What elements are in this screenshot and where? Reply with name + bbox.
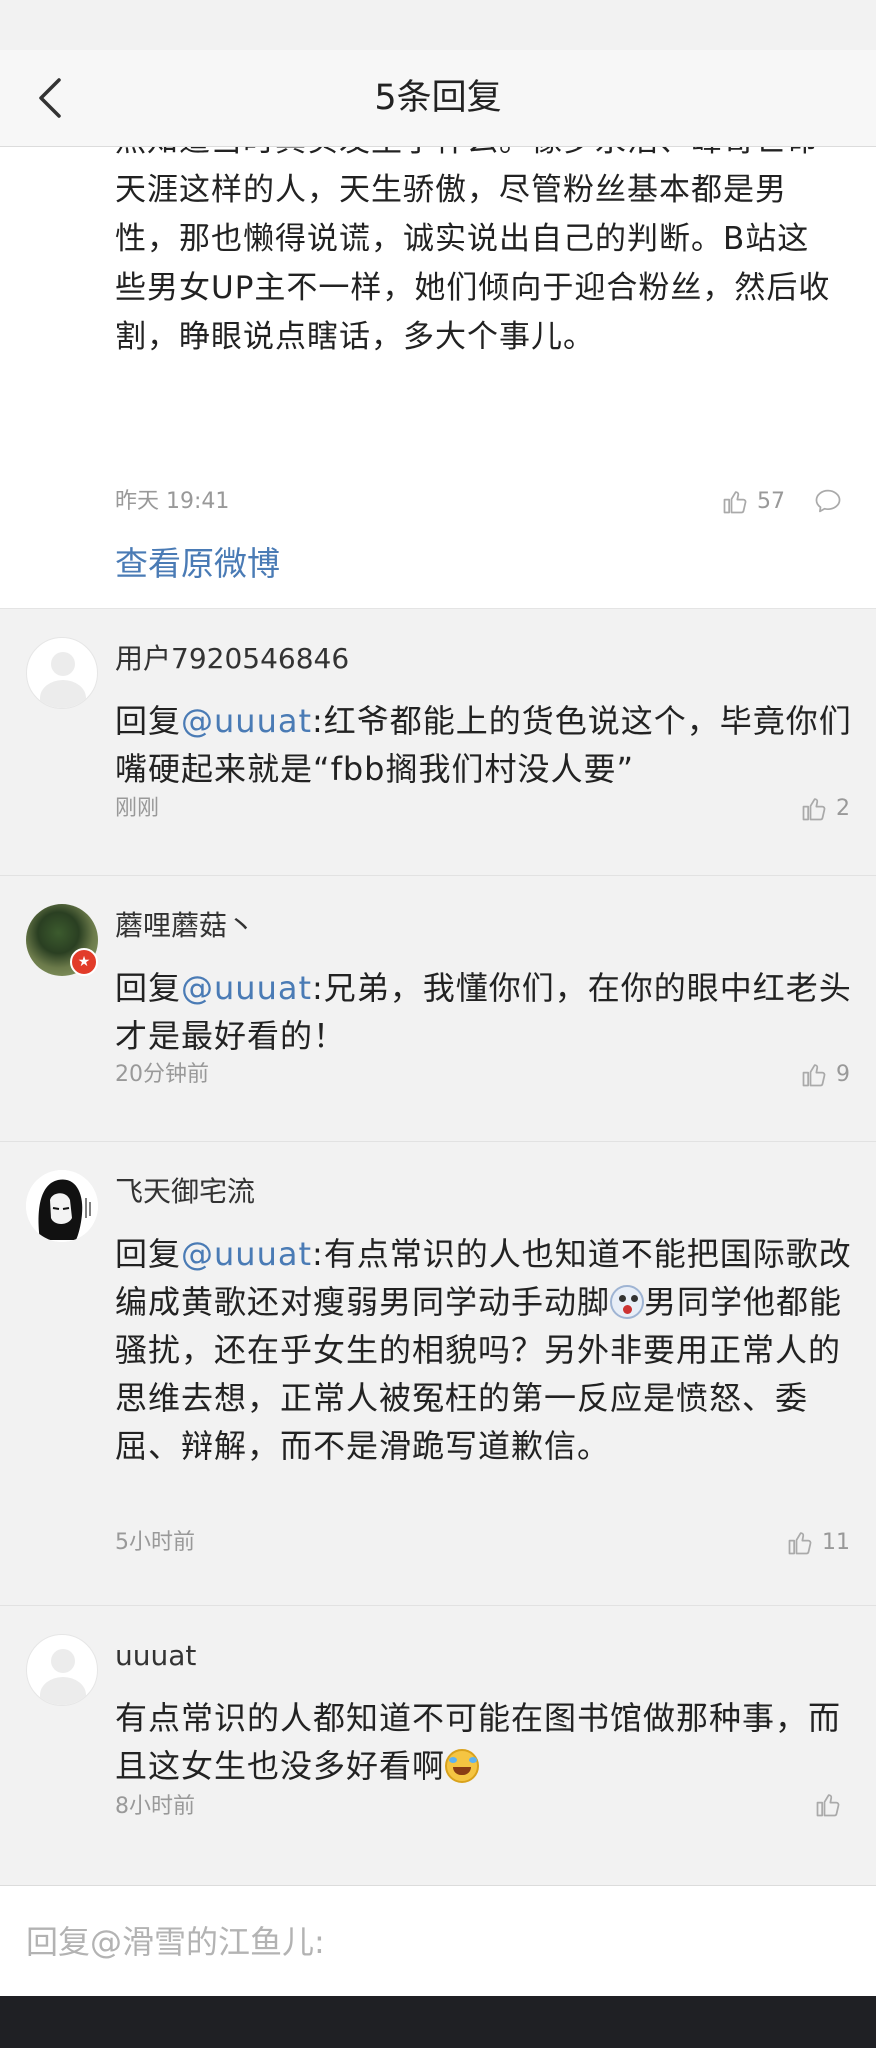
original-comment-time: 昨天 19:41 (115, 489, 230, 514)
original-comment: 然知道当时真实发生了什么。像罗永浩、峰哥亡命天涯这样的人，天生骄傲，尽管粉丝基本… (0, 147, 876, 609)
original-comment-text: 然知道当时真实发生了什么。像罗永浩、峰哥亡命天涯这样的人，天生骄傲，尽管粉丝基本… (115, 147, 831, 355)
reply-text: 回复@uuuat:兄弟，我懂你们，在你的眼中红老头才是最好看的！ (115, 964, 855, 1060)
thumbs-up-icon (723, 491, 747, 514)
nav-bar: 5条回复 (0, 50, 876, 147)
reply-item: 飞天御宅流 回复@uuuat:有点常识的人也知道不能把国际歌改编成黄歌还对瘦弱男… (0, 1142, 876, 1606)
back-button[interactable] (22, 70, 78, 126)
reply-prefix: 回复 (115, 969, 182, 1007)
chevron-left-icon (39, 78, 61, 118)
laugh-cry-emoji-icon (445, 1749, 480, 1783)
reply-body: 有点常识的人都知道不可能在图书馆做那种事，而且这女生也没多好看啊 (115, 1699, 842, 1785)
like-count: 11 (822, 1530, 850, 1555)
like-button[interactable]: 9 (800, 1059, 850, 1091)
original-comment-meta: 昨天 19:41 57 (115, 486, 843, 518)
reply-time: 20分钟前 (115, 1062, 209, 1087)
reply-item: 用户7920546846 回复@uuuat:红爷都能上的货色说这个，毕竟你们嘴硬… (0, 609, 876, 876)
anime-avatar-icon (26, 1170, 98, 1242)
avatar[interactable] (26, 637, 98, 709)
thumbs-up-icon (788, 1532, 812, 1555)
reply-input[interactable] (26, 1886, 846, 1997)
thumbs-up-icon (802, 798, 826, 821)
reply-text: 回复@uuuat:有点常识的人也知道不能把国际歌改编成黄歌还对瘦弱男同学动手动脚… (115, 1230, 855, 1470)
like-button[interactable]: 11 (786, 1527, 850, 1559)
mention-link[interactable]: @uuuat (181, 969, 312, 1007)
reply-time: 8小时前 (115, 1794, 195, 1819)
reply-list[interactable]: 然知道当时真实发生了什么。像罗永浩、峰哥亡命天涯这样的人，天生骄傲，尽管粉丝基本… (0, 147, 876, 1885)
reply-time: 刚刚 (115, 796, 160, 821)
thumbs-up-icon (816, 1794, 840, 1817)
reply-text: 回复@uuuat:红爷都能上的货色说这个，毕竟你们嘴硬起来就是“fbb搁我们村没… (115, 697, 855, 793)
reply-username[interactable]: 用户7920546846 (115, 639, 349, 679)
reply-prefix: 回复 (115, 1235, 182, 1273)
view-original-link[interactable]: 查看原微博 (115, 540, 280, 588)
reply-item: uuuat 有点常识的人都知道不可能在图书馆做那种事，而且这女生也没多好看啊 8… (0, 1606, 876, 1885)
like-button[interactable]: 2 (800, 793, 850, 825)
original-like-button[interactable]: 57 (721, 486, 785, 518)
page-title: 5条回复 (374, 78, 502, 118)
shocked-face-emoji-icon (610, 1285, 645, 1319)
system-navigation-bar (0, 1996, 876, 2048)
original-comment-button[interactable] (813, 487, 843, 521)
status-bar (0, 0, 876, 50)
thumbs-up-icon (802, 1064, 826, 1087)
reply-prefix: 回复 (115, 702, 182, 740)
like-count: 2 (836, 796, 850, 821)
avatar[interactable] (26, 1634, 98, 1706)
like-button[interactable] (814, 1791, 850, 1819)
reply-item: ★ 蘑哩蘑菇丶 回复@uuuat:兄弟，我懂你们，在你的眼中红老头才是最好看的！… (0, 876, 876, 1142)
mention-link[interactable]: @uuuat (181, 1235, 312, 1273)
mention-link[interactable]: @uuuat (181, 702, 312, 740)
reply-input-bar (0, 1885, 876, 1997)
reply-username[interactable]: uuuat (115, 1636, 196, 1676)
original-like-count: 57 (757, 489, 785, 514)
reply-text: 有点常识的人都知道不可能在图书馆做那种事，而且这女生也没多好看啊 (115, 1694, 855, 1790)
comment-bubble-icon (815, 489, 841, 513)
reply-username[interactable]: 飞天御宅流 (115, 1172, 255, 1212)
reply-time: 5小时前 (115, 1530, 195, 1555)
verified-badge-icon: ★ (70, 948, 98, 976)
avatar[interactable] (26, 1170, 98, 1242)
like-count: 9 (836, 1062, 850, 1087)
reply-username[interactable]: 蘑哩蘑菇丶 (115, 906, 255, 946)
